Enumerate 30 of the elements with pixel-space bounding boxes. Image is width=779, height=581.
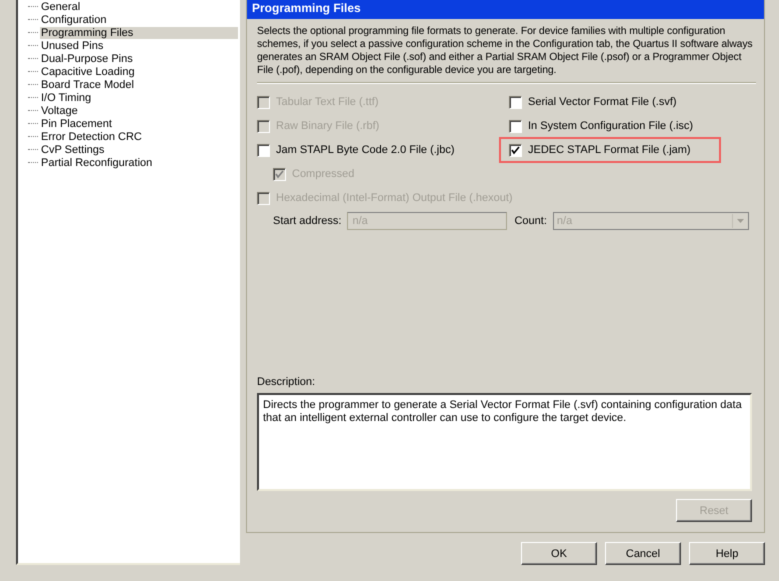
tree-item[interactable]: Programming Files [40, 26, 238, 38]
checkbox[interactable] [509, 144, 522, 156]
tree-item[interactable]: Partial Reconfiguration [40, 156, 154, 168]
tree-item[interactable]: Configuration [40, 14, 108, 26]
tree-item[interactable]: CvP Settings [40, 144, 106, 156]
tree-item[interactable]: Voltage [40, 104, 79, 116]
checkbox[interactable] [509, 120, 522, 132]
checkbox-label[interactable]: In System Configuration File (.isc) [528, 120, 694, 132]
description-text: Directs the programmer to generate a Serial Vector Format File (.svf) containing configuration data that an intelligent external controller can use to configure the target device. [257, 393, 752, 491]
checkbox[interactable] [509, 96, 522, 108]
checkbox[interactable] [257, 144, 270, 156]
intro-text: Selects the optional programming file formats to generate. For device families with multiple configuration schemes, if you select a passive configuration scheme in the Configuration tab, the Quartus II software always generates an SRAM Object File (.sof) and either a Partial SRAM Object File (.psof) or a Programmer Object File (.pof), depending on the configurable device you are targeting. [257, 25, 754, 77]
dialog-button[interactable]: Help [689, 542, 765, 565]
tree-item[interactable]: Unused Pins [40, 40, 104, 52]
field-label: Count: [514, 215, 547, 227]
tree-item[interactable]: Dual-Purpose Pins [40, 52, 134, 64]
tree-item[interactable]: I/O Timing [40, 92, 92, 104]
dialog-button[interactable]: OK [521, 542, 597, 565]
checkbox-label[interactable]: JEDEC STAPL Format File (.jam) [528, 144, 691, 156]
tree-item[interactable]: General [40, 0, 82, 12]
tree-item[interactable]: Board Trace Model [40, 78, 135, 90]
panel-title: Programming Files [247, 0, 764, 19]
tree-item[interactable]: Error Detection CRC [40, 130, 143, 142]
checkbox-label[interactable]: Jam STAPL Byte Code 2.0 File (.jbc) [276, 144, 455, 156]
field-label: Start address: [273, 215, 342, 227]
tree-item[interactable]: Pin Placement [40, 118, 113, 130]
dialog-button[interactable]: Cancel [605, 542, 681, 565]
checkbox-label[interactable]: Serial Vector Format File (.svf) [528, 96, 677, 108]
description-label: Description: [257, 376, 316, 388]
tree-item[interactable]: Capacitive Loading [40, 66, 136, 78]
